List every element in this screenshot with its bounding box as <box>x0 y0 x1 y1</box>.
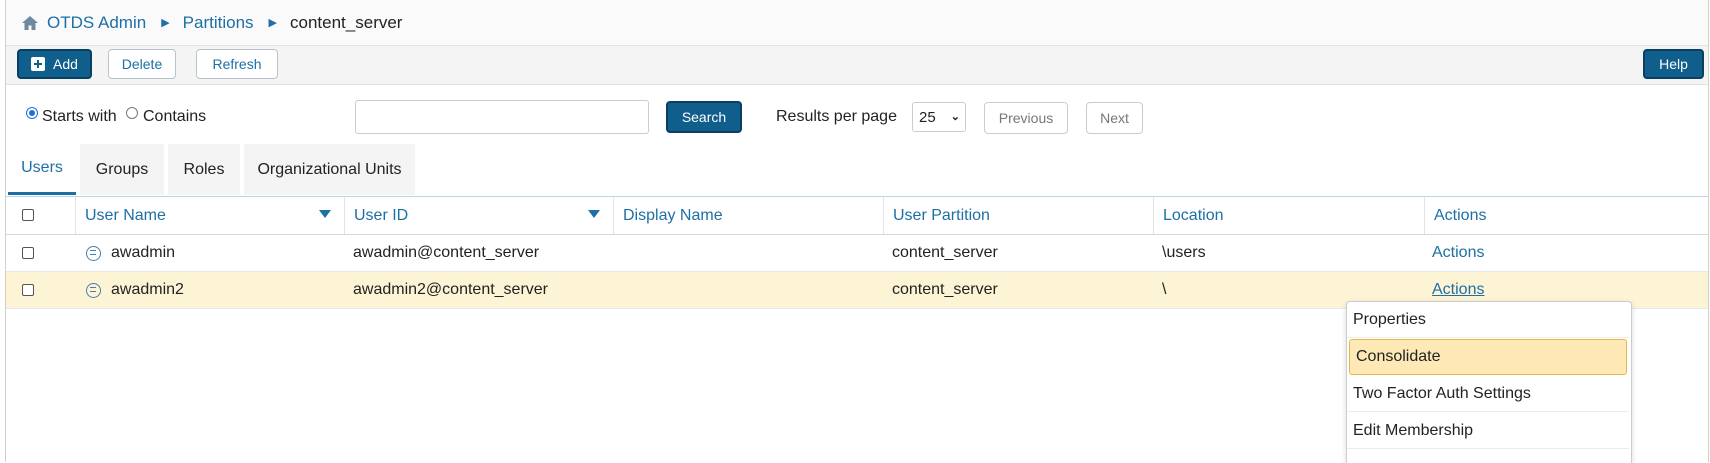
help-button[interactable]: Help <box>1643 49 1704 79</box>
home-icon[interactable] <box>21 14 39 32</box>
add-icon <box>31 57 46 71</box>
table-row[interactable]: awadmin awadmin@content_server content_s… <box>6 235 1708 272</box>
chevron-down-icon: ⌄ <box>950 111 960 123</box>
starts-with-label[interactable]: Starts with <box>42 108 117 126</box>
breadcrumb-current: content_server <box>290 12 403 32</box>
column-user-name[interactable]: User Name <box>75 197 344 234</box>
breadcrumb-separator-icon: ▶ <box>161 17 170 29</box>
location-cell: \ <box>1162 281 1167 298</box>
tab-groups[interactable]: Groups <box>80 144 164 195</box>
search-bar: Starts with Contains Search Results per … <box>6 90 1708 138</box>
previous-button[interactable]: Previous <box>984 102 1068 134</box>
next-button[interactable]: Next <box>1086 102 1143 134</box>
delete-button[interactable]: Delete <box>108 49 176 79</box>
toolbar: Add Delete Refresh Help <box>6 46 1708 85</box>
user-id-cell: awadmin2@content_server <box>353 281 549 298</box>
actions-link[interactable]: Actions <box>1432 235 1484 271</box>
column-actions: Actions <box>1424 197 1708 234</box>
refresh-button[interactable]: Refresh <box>196 49 278 79</box>
breadcrumb-separator-icon: ▶ <box>268 17 278 29</box>
user-name-cell: awadmin2 <box>86 272 184 308</box>
user-name-cell: awadmin <box>86 235 175 271</box>
menu-item-consolidate[interactable]: Consolidate <box>1349 339 1627 375</box>
results-per-page-label: Results per page <box>776 108 897 125</box>
select-all-checkbox[interactable] <box>22 209 34 221</box>
breadcrumb-otds-admin[interactable]: OTDS Admin <box>47 13 146 33</box>
search-button[interactable]: Search <box>666 101 742 133</box>
partition-cell: content_server <box>892 281 998 298</box>
sort-down-icon[interactable] <box>588 210 600 218</box>
user-name: awadmin <box>111 244 176 261</box>
tab-bar: Users Groups Roles Organizational Units <box>6 144 1708 197</box>
column-display-name[interactable]: Display Name <box>613 197 883 234</box>
column-user-id-label: User ID <box>354 206 409 224</box>
add-button-label: Add <box>53 56 78 72</box>
row-checkbox[interactable] <box>22 247 34 259</box>
add-button[interactable]: Add <box>17 49 92 79</box>
results-per-page-select[interactable]: 25 ⌄ <box>912 102 966 132</box>
menu-item-edit-membership[interactable]: Edit Membership <box>1347 413 1629 449</box>
row-checkbox[interactable] <box>22 284 34 296</box>
tab-roles[interactable]: Roles <box>168 144 240 195</box>
column-location[interactable]: Location <box>1153 197 1424 234</box>
sort-down-icon[interactable] <box>319 210 331 218</box>
menu-item-two-factor-auth[interactable]: Two Factor Auth Settings <box>1347 376 1629 412</box>
table-header: User Name User ID Display Name User Part… <box>6 197 1708 235</box>
tab-organizational-units[interactable]: Organizational Units <box>244 144 415 195</box>
location-cell: \users <box>1162 244 1206 261</box>
search-input[interactable] <box>355 100 649 134</box>
column-user-name-label: User Name <box>85 206 166 224</box>
contains-label[interactable]: Contains <box>143 108 206 126</box>
starts-with-radio[interactable] <box>26 107 38 119</box>
partition-cell: content_server <box>892 244 998 261</box>
user-icon <box>86 282 101 298</box>
tab-users[interactable]: Users <box>8 144 76 195</box>
results-per-page-value: 25 <box>919 108 936 126</box>
user-id-cell: awadmin@content_server <box>353 244 540 261</box>
user-icon <box>86 245 101 261</box>
breadcrumb-partitions[interactable]: Partitions <box>183 13 254 33</box>
column-user-partition[interactable]: User Partition <box>883 197 1153 234</box>
column-user-id[interactable]: User ID <box>344 197 613 234</box>
contains-radio[interactable] <box>126 107 138 119</box>
actions-menu: Properties Consolidate Two Factor Auth S… <box>1346 301 1632 463</box>
user-name: awadmin2 <box>111 281 184 298</box>
breadcrumb: OTDS Admin ▶ Partitions ▶ content_server <box>6 0 1708 46</box>
menu-item-properties[interactable]: Properties <box>1347 302 1629 338</box>
